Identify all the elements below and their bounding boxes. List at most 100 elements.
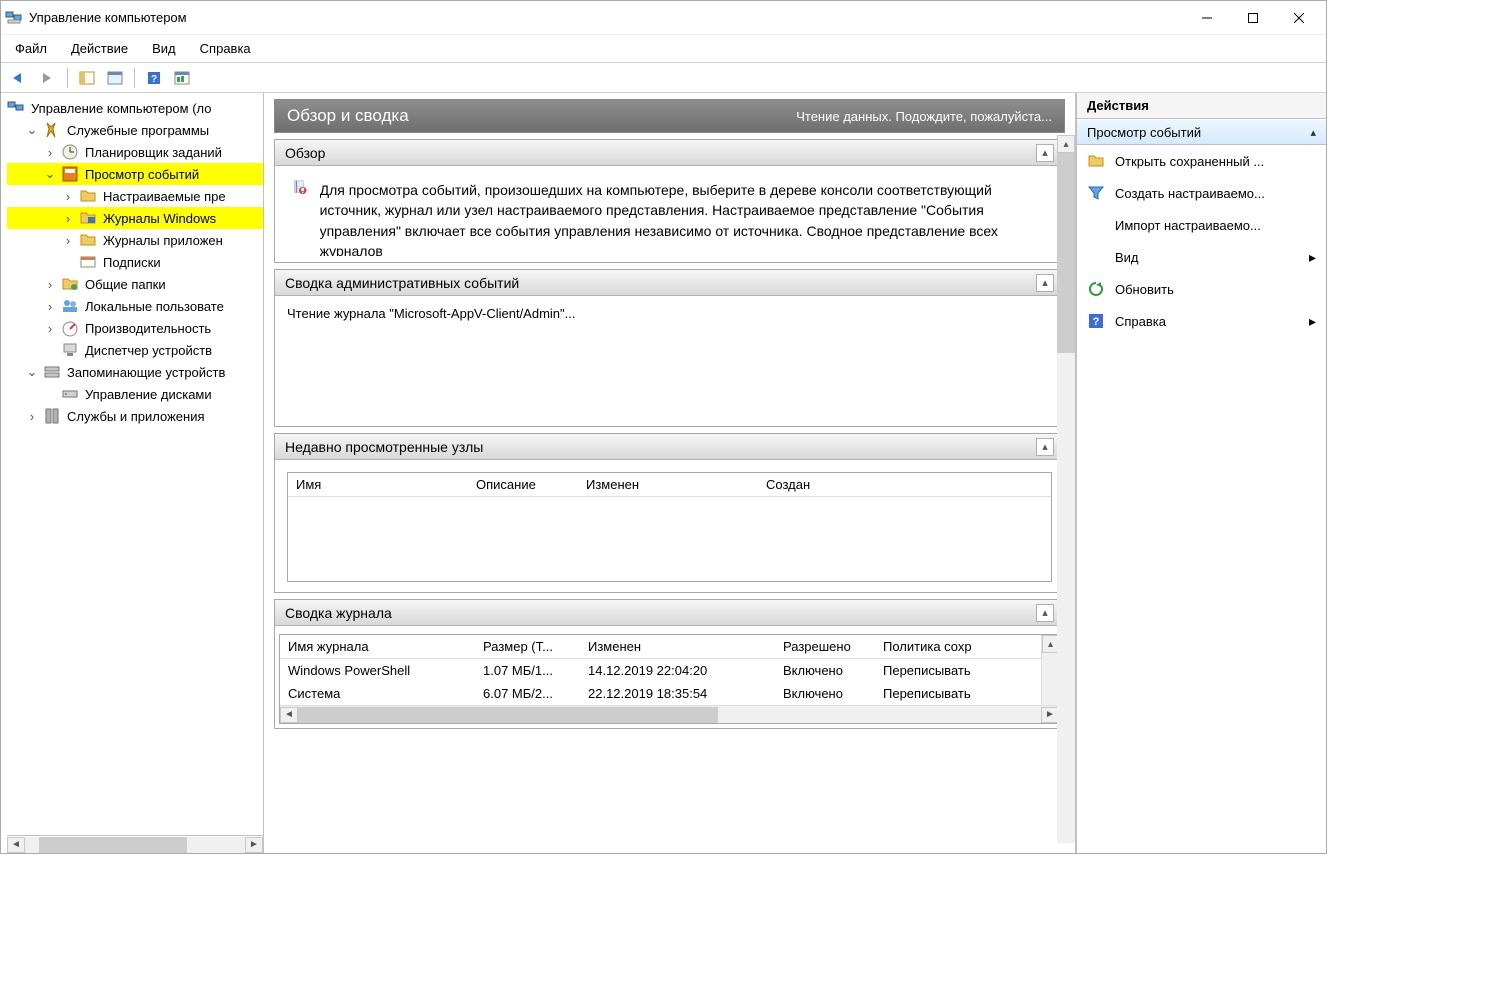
tree-app-logs[interactable]: › Журналы приложен (7, 229, 263, 251)
tree-storage[interactable]: ⌄ Запоминающие устройств (7, 361, 263, 383)
col-modified[interactable]: Изменен (578, 473, 758, 496)
console-tree[interactable]: Управление компьютером (ло ⌄ Служебные п… (7, 97, 263, 835)
expand-icon[interactable]: › (43, 277, 57, 292)
tree-device-manager[interactable]: Диспетчер устройств (7, 339, 263, 361)
collapse-icon[interactable]: ⌄ (25, 364, 39, 380)
toolbar-properties-button[interactable] (102, 66, 128, 90)
tree-shared-folders[interactable]: › Общие папки (7, 273, 263, 295)
table-row[interactable]: Windows PowerShell 1.07 МБ/1... 14.12.20… (280, 659, 1059, 682)
table-row[interactable]: Система 6.07 МБ/2... 22.12.2019 18:35:54… (280, 682, 1059, 705)
col-created[interactable]: Создан (758, 473, 938, 496)
actions-group-label: Просмотр событий (1087, 125, 1201, 140)
overview-title: Обзор и сводка (287, 106, 409, 126)
col-size[interactable]: Размер (Т... (475, 635, 580, 658)
expand-icon[interactable]: › (61, 189, 75, 204)
collapse-icon[interactable]: ⌄ (25, 122, 39, 138)
tree-disk-management[interactable]: Управление дисками (7, 383, 263, 405)
expand-icon[interactable]: › (43, 321, 57, 336)
menu-action[interactable]: Действие (61, 37, 138, 60)
expand-icon[interactable]: › (43, 299, 57, 314)
action-label: Открыть сохраненный ... (1115, 154, 1264, 169)
action-refresh[interactable]: Обновить (1077, 273, 1326, 305)
section-overview: Обзор ▴ Для просмотра событий, произошед… (274, 139, 1065, 263)
nav-back-button[interactable] (7, 66, 33, 90)
expand-icon[interactable]: › (61, 233, 75, 248)
app-window: Управление компьютером Файл Действие Вид… (0, 0, 1327, 854)
scroll-right-icon[interactable]: ► (245, 837, 263, 853)
section-header-recent[interactable]: Недавно просмотренные узлы ▴ (275, 434, 1064, 460)
horizontal-scrollbar[interactable]: ◄ ► (280, 705, 1059, 723)
recent-nodes-table[interactable]: Имя Описание Изменен Создан (287, 472, 1052, 582)
tree-horizontal-scrollbar[interactable]: ◄ ► (7, 835, 263, 853)
tree-task-scheduler[interactable]: › Планировщик заданий (7, 141, 263, 163)
col-policy[interactable]: Политика сохр (875, 635, 995, 658)
tree-windows-logs[interactable]: › Журналы Windows (7, 207, 263, 229)
tree-label: Журналы приложен (101, 232, 225, 249)
tree-system-tools[interactable]: ⌄ Служебные программы (7, 119, 263, 141)
section-recent-nodes: Недавно просмотренные узлы ▴ Имя Описани… (274, 433, 1065, 593)
close-button[interactable] (1276, 3, 1322, 33)
tree-subscriptions[interactable]: Подписки (7, 251, 263, 273)
tree-label: Общие папки (83, 276, 168, 293)
tree-event-viewer[interactable]: ⌄ Просмотр событий (7, 163, 263, 185)
menu-file[interactable]: Файл (5, 37, 57, 60)
action-label: Вид (1115, 250, 1139, 265)
toolbar-show-hide-button[interactable] (74, 66, 100, 90)
log-summary-table[interactable]: Имя журнала Размер (Т... Изменен Разреше… (279, 634, 1060, 724)
col-modified[interactable]: Изменен (580, 635, 775, 658)
console-tree-pane: Управление компьютером (ло ⌄ Служебные п… (1, 93, 264, 853)
tree-label: Просмотр событий (83, 166, 201, 183)
tree-root[interactable]: Управление компьютером (ло (7, 97, 263, 119)
chevron-up-icon[interactable]: ▴ (1036, 274, 1054, 292)
toolbar-refresh-button[interactable] (169, 66, 195, 90)
section-header-logs[interactable]: Сводка журнала ▴ (275, 600, 1064, 626)
expand-icon[interactable]: › (25, 409, 39, 424)
minimize-button[interactable] (1184, 3, 1230, 33)
scroll-thumb[interactable] (39, 837, 187, 853)
col-allowed[interactable]: Разрешено (775, 635, 875, 658)
action-create-custom-view[interactable]: Создать настраиваемо... (1077, 177, 1326, 209)
toolbar-help-button[interactable]: ? (141, 66, 167, 90)
tree-services-apps[interactable]: › Службы и приложения (7, 405, 263, 427)
svg-text:?: ? (1093, 316, 1100, 328)
cell-size: 1.07 МБ/1... (475, 659, 580, 682)
actions-group-event-viewer[interactable]: Просмотр событий ▴ (1077, 119, 1326, 145)
action-help[interactable]: ? Справка ▸ (1077, 305, 1326, 337)
blank-icon (1087, 216, 1105, 234)
help-icon: ? (1087, 312, 1105, 330)
actions-pane: Действия Просмотр событий ▴ Открыть сохр… (1076, 93, 1326, 853)
tools-icon (43, 121, 61, 139)
scroll-thumb[interactable] (298, 707, 718, 723)
nav-forward-button[interactable] (35, 66, 61, 90)
action-import-custom-view[interactable]: Импорт настраиваемо... (1077, 209, 1326, 241)
expand-icon[interactable]: › (43, 145, 57, 160)
scroll-track[interactable] (298, 707, 1041, 723)
chevron-up-icon[interactable]: ▴ (1036, 604, 1054, 622)
subscriptions-icon (79, 253, 97, 271)
scroll-thumb[interactable] (1057, 153, 1075, 353)
action-view-submenu[interactable]: Вид ▸ (1077, 241, 1326, 273)
scroll-left-icon[interactable]: ◄ (280, 707, 298, 723)
section-header-overview[interactable]: Обзор ▴ (275, 140, 1064, 166)
tree-performance[interactable]: › Производительность (7, 317, 263, 339)
tree-local-users[interactable]: › Локальные пользовате (7, 295, 263, 317)
cell-name: Система (280, 682, 475, 705)
col-name[interactable]: Имя (288, 473, 468, 496)
collapse-icon[interactable]: ⌄ (43, 166, 57, 182)
section-header-admin[interactable]: Сводка административных событий ▴ (275, 270, 1064, 296)
scroll-up-icon[interactable]: ▴ (1057, 135, 1075, 153)
table-header-row: Имя журнала Размер (Т... Изменен Разреше… (280, 635, 1059, 659)
menu-view[interactable]: Вид (142, 37, 186, 60)
chevron-up-icon[interactable]: ▴ (1036, 144, 1054, 162)
tree-custom-views[interactable]: › Настраиваемые пре (7, 185, 263, 207)
action-open-saved-log[interactable]: Открыть сохраненный ... (1077, 145, 1326, 177)
menu-help[interactable]: Справка (190, 37, 261, 60)
expand-icon[interactable]: › (61, 211, 75, 226)
maximize-button[interactable] (1230, 3, 1276, 33)
scroll-left-icon[interactable]: ◄ (7, 837, 25, 853)
col-log-name[interactable]: Имя журнала (280, 635, 475, 658)
col-description[interactable]: Описание (468, 473, 578, 496)
chevron-up-icon[interactable]: ▴ (1036, 438, 1054, 456)
center-vertical-scrollbar[interactable]: ▴ (1057, 135, 1075, 843)
scroll-track[interactable] (25, 837, 245, 853)
